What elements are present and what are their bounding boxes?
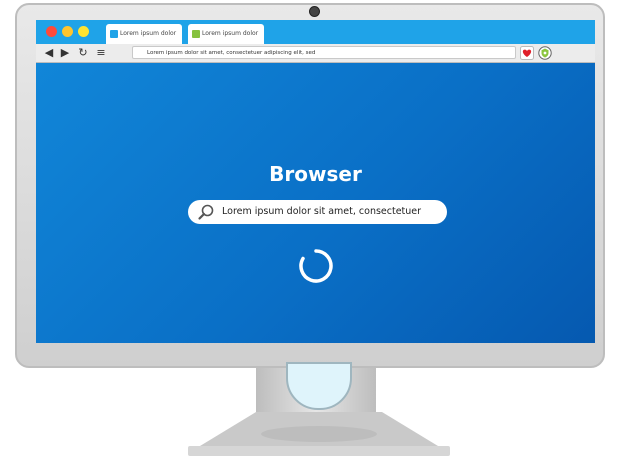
maximize-window-button[interactable]	[78, 26, 89, 37]
tab-bar: Lorem ipsum dolor Lorem ipsum dolor	[36, 20, 595, 44]
tab-1[interactable]: Lorem ipsum dolor	[106, 24, 182, 44]
heart-icon[interactable]	[520, 46, 534, 60]
tab-favicon-icon	[192, 30, 200, 38]
address-bar[interactable]: Lorem ipsum dolor sit amet, consectetuer…	[132, 46, 516, 59]
forward-arrow-icon[interactable]: ▶	[58, 46, 72, 60]
monitor-screen: Lorem ipsum dolor Lorem ipsum dolor ◀ ▶ …	[36, 20, 595, 343]
back-arrow-icon[interactable]: ◀	[42, 46, 56, 60]
loading-spinner-icon	[299, 249, 333, 283]
shield-icon[interactable]	[538, 46, 552, 60]
reload-icon[interactable]: ↻	[76, 46, 90, 60]
page-title: Browser	[269, 162, 362, 186]
close-window-button[interactable]	[46, 26, 57, 37]
tab-2[interactable]: Lorem ipsum dolor	[188, 24, 264, 44]
menu-icon[interactable]: ≡	[94, 46, 108, 60]
tab-favicon-icon	[110, 30, 118, 38]
browser-toolbar: ◀ ▶ ↻ ≡ Lorem ipsum dolor sit amet, cons…	[36, 44, 595, 63]
minimize-window-button[interactable]	[62, 26, 73, 37]
page-content: Browser Lorem ipsum dolor sit amet, cons…	[36, 63, 595, 343]
tab-label: Lorem ipsum dolor	[202, 30, 259, 37]
search-value: Lorem ipsum dolor sit amet, consectetuer	[222, 206, 422, 217]
monitor-stand-base	[188, 412, 450, 456]
search-input[interactable]: Lorem ipsum dolor sit amet, consectetuer	[188, 200, 447, 224]
url-text: Lorem ipsum dolor sit amet, consectetuer…	[147, 50, 316, 56]
webcam-icon	[309, 6, 320, 17]
tab-label: Lorem ipsum dolor	[120, 30, 177, 37]
search-icon	[198, 204, 214, 220]
